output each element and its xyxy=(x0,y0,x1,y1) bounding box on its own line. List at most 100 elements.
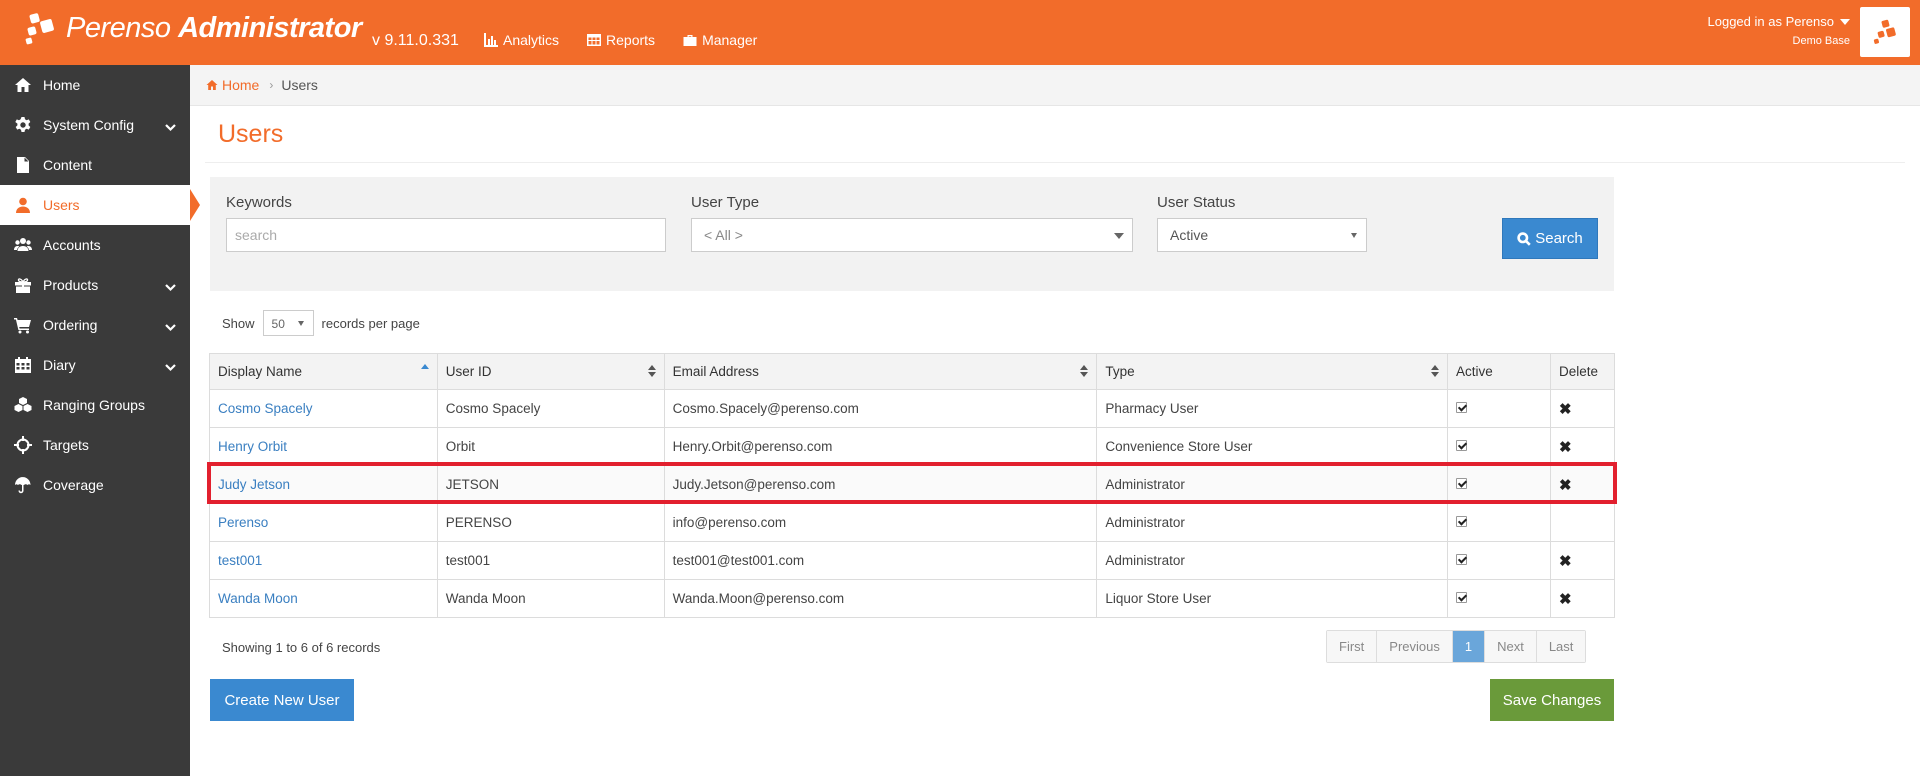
user-type-value: < All > xyxy=(704,227,743,243)
pager-next[interactable]: Next xyxy=(1485,631,1537,662)
database-name: Demo Base xyxy=(1792,35,1850,47)
active-checkbox[interactable] xyxy=(1456,478,1468,489)
breadcrumb-current: Users xyxy=(281,77,318,93)
column-header-email[interactable]: Email Address xyxy=(663,353,1098,390)
sidebar-item-users[interactable]: Users xyxy=(0,185,200,225)
user-name-link[interactable]: Henry Orbit xyxy=(218,439,287,454)
email-cell: Henry.Orbit@perenso.com xyxy=(663,427,1098,466)
sidebar-item-label: Targets xyxy=(43,437,89,453)
save-changes-button[interactable]: Save Changes xyxy=(1490,679,1614,721)
title-divider xyxy=(205,162,1905,163)
sort-icon xyxy=(647,365,656,378)
create-new-user-button[interactable]: Create New User xyxy=(210,679,354,721)
nav-reports[interactable]: Reports xyxy=(587,32,655,48)
nav-analytics[interactable]: Analytics xyxy=(484,32,559,48)
records-summary: Showing 1 to 6 of 6 records xyxy=(222,640,381,655)
home-icon xyxy=(15,78,31,92)
page-size-select[interactable]: 50 xyxy=(262,310,314,336)
avatar[interactable] xyxy=(1860,7,1910,57)
user-type-select[interactable]: < All > xyxy=(691,218,1133,252)
active-checkbox[interactable] xyxy=(1456,592,1468,603)
bar-chart-icon xyxy=(484,33,498,47)
table-header-row: Display Name User ID Email Address Type … xyxy=(209,353,1616,390)
perenso-avatar-icon xyxy=(1873,19,1896,44)
sidebar-item-diary[interactable]: Diary xyxy=(0,345,190,385)
user-status-select[interactable]: Active xyxy=(1157,218,1367,252)
table-row: Perenso PERENSO info@perenso.com Adminis… xyxy=(209,503,1616,542)
user-id-cell: Orbit xyxy=(436,427,665,466)
delete-x-icon[interactable]: ✖ xyxy=(1559,477,1572,494)
user-status-value: Active xyxy=(1170,227,1209,243)
delete-x-icon[interactable]: ✖ xyxy=(1559,591,1572,608)
pagination: First Previous 1 Next Last xyxy=(1326,630,1587,663)
sidebar-item-label: Accounts xyxy=(43,237,101,253)
delete-x-icon[interactable]: ✖ xyxy=(1559,401,1572,418)
briefcase-icon xyxy=(683,35,697,46)
user-name-link[interactable]: test001 xyxy=(218,553,262,568)
keywords-field xyxy=(226,218,666,252)
email-cell: test001@test001.com xyxy=(663,541,1098,580)
chevron-down-icon xyxy=(165,360,176,372)
login-status: Logged in as Perenso xyxy=(1707,14,1834,29)
user-name-link[interactable]: Wanda Moon xyxy=(218,591,298,606)
app-title: Perenso Administrator xyxy=(66,12,362,45)
user-icon xyxy=(16,197,30,213)
sidebar-item-label: Content xyxy=(43,157,93,173)
user-status-label: User Status xyxy=(1157,194,1236,211)
active-checkbox[interactable] xyxy=(1456,554,1468,565)
type-cell: Administrator xyxy=(1096,465,1449,504)
sidebar-item-products[interactable]: Products xyxy=(0,265,190,305)
type-cell: Administrator xyxy=(1096,503,1449,542)
user-name-link[interactable]: Judy Jetson xyxy=(218,477,290,492)
email-cell: Judy.Jetson@perenso.com xyxy=(663,465,1098,504)
top-nav: Analytics Reports Manager xyxy=(484,32,757,48)
sidebar-item-content[interactable]: Content xyxy=(0,145,190,185)
delete-x-icon[interactable]: ✖ xyxy=(1559,439,1572,456)
sidebar-item-coverage[interactable]: Coverage xyxy=(0,465,190,505)
keywords-input[interactable] xyxy=(235,227,665,243)
user-name-link[interactable]: Cosmo Spacely xyxy=(218,401,313,416)
active-checkbox[interactable] xyxy=(1456,402,1468,413)
column-header-label: Display Name xyxy=(218,364,303,379)
breadcrumb-separator-icon: › xyxy=(269,78,274,92)
nav-analytics-label: Analytics xyxy=(503,32,560,48)
caret-down-icon xyxy=(1840,18,1850,25)
page-size-value: 50 xyxy=(271,317,285,331)
active-checkbox[interactable] xyxy=(1456,516,1468,527)
login-info[interactable]: Logged in as Perenso Demo Base xyxy=(1708,14,1850,47)
type-cell: Liquor Store User xyxy=(1096,579,1449,618)
pager-last[interactable]: Last xyxy=(1536,631,1586,662)
sidebar-item-label: Users xyxy=(43,197,80,213)
sidebar: Home System Config Content Users Account… xyxy=(0,65,200,776)
column-header-label: Active xyxy=(1456,364,1493,379)
sidebar-item-home[interactable]: Home xyxy=(0,65,190,105)
sidebar-item-label: Ranging Groups xyxy=(43,397,145,413)
sidebar-item-ranging-groups[interactable]: Ranging Groups xyxy=(0,385,190,425)
user-id-cell: Wanda Moon xyxy=(436,579,665,618)
brand[interactable]: Perenso Administrator xyxy=(24,10,362,46)
per-page-label: records per page xyxy=(321,315,420,331)
caret-down-icon xyxy=(1351,233,1357,238)
column-header-user-id[interactable]: User ID xyxy=(436,353,665,390)
user-name-link[interactable]: Perenso xyxy=(218,515,268,530)
user-id-cell: PERENSO xyxy=(436,503,665,542)
sidebar-item-targets[interactable]: Targets xyxy=(0,425,190,465)
pager-first[interactable]: First xyxy=(1327,631,1378,662)
active-checkbox[interactable] xyxy=(1456,440,1468,451)
sidebar-item-accounts[interactable]: Accounts xyxy=(0,225,190,265)
sort-ascending-icon xyxy=(420,364,429,369)
user-id-cell: Cosmo Spacely xyxy=(436,389,665,428)
delete-x-icon[interactable]: ✖ xyxy=(1559,553,1572,570)
keywords-label: Keywords xyxy=(226,194,292,211)
page-title: Users xyxy=(218,120,284,148)
sidebar-item-system-config[interactable]: System Config xyxy=(0,105,190,145)
pager-previous[interactable]: Previous xyxy=(1377,631,1453,662)
pager-page-1[interactable]: 1 xyxy=(1452,631,1486,662)
calendar-icon xyxy=(15,357,31,373)
column-header-display-name[interactable]: Display Name xyxy=(209,353,438,390)
search-button[interactable]: Search xyxy=(1502,218,1598,259)
sidebar-item-ordering[interactable]: Ordering xyxy=(0,305,190,345)
breadcrumb-home[interactable]: Home xyxy=(206,77,259,93)
column-header-type[interactable]: Type xyxy=(1096,353,1449,390)
nav-manager[interactable]: Manager xyxy=(683,32,757,48)
